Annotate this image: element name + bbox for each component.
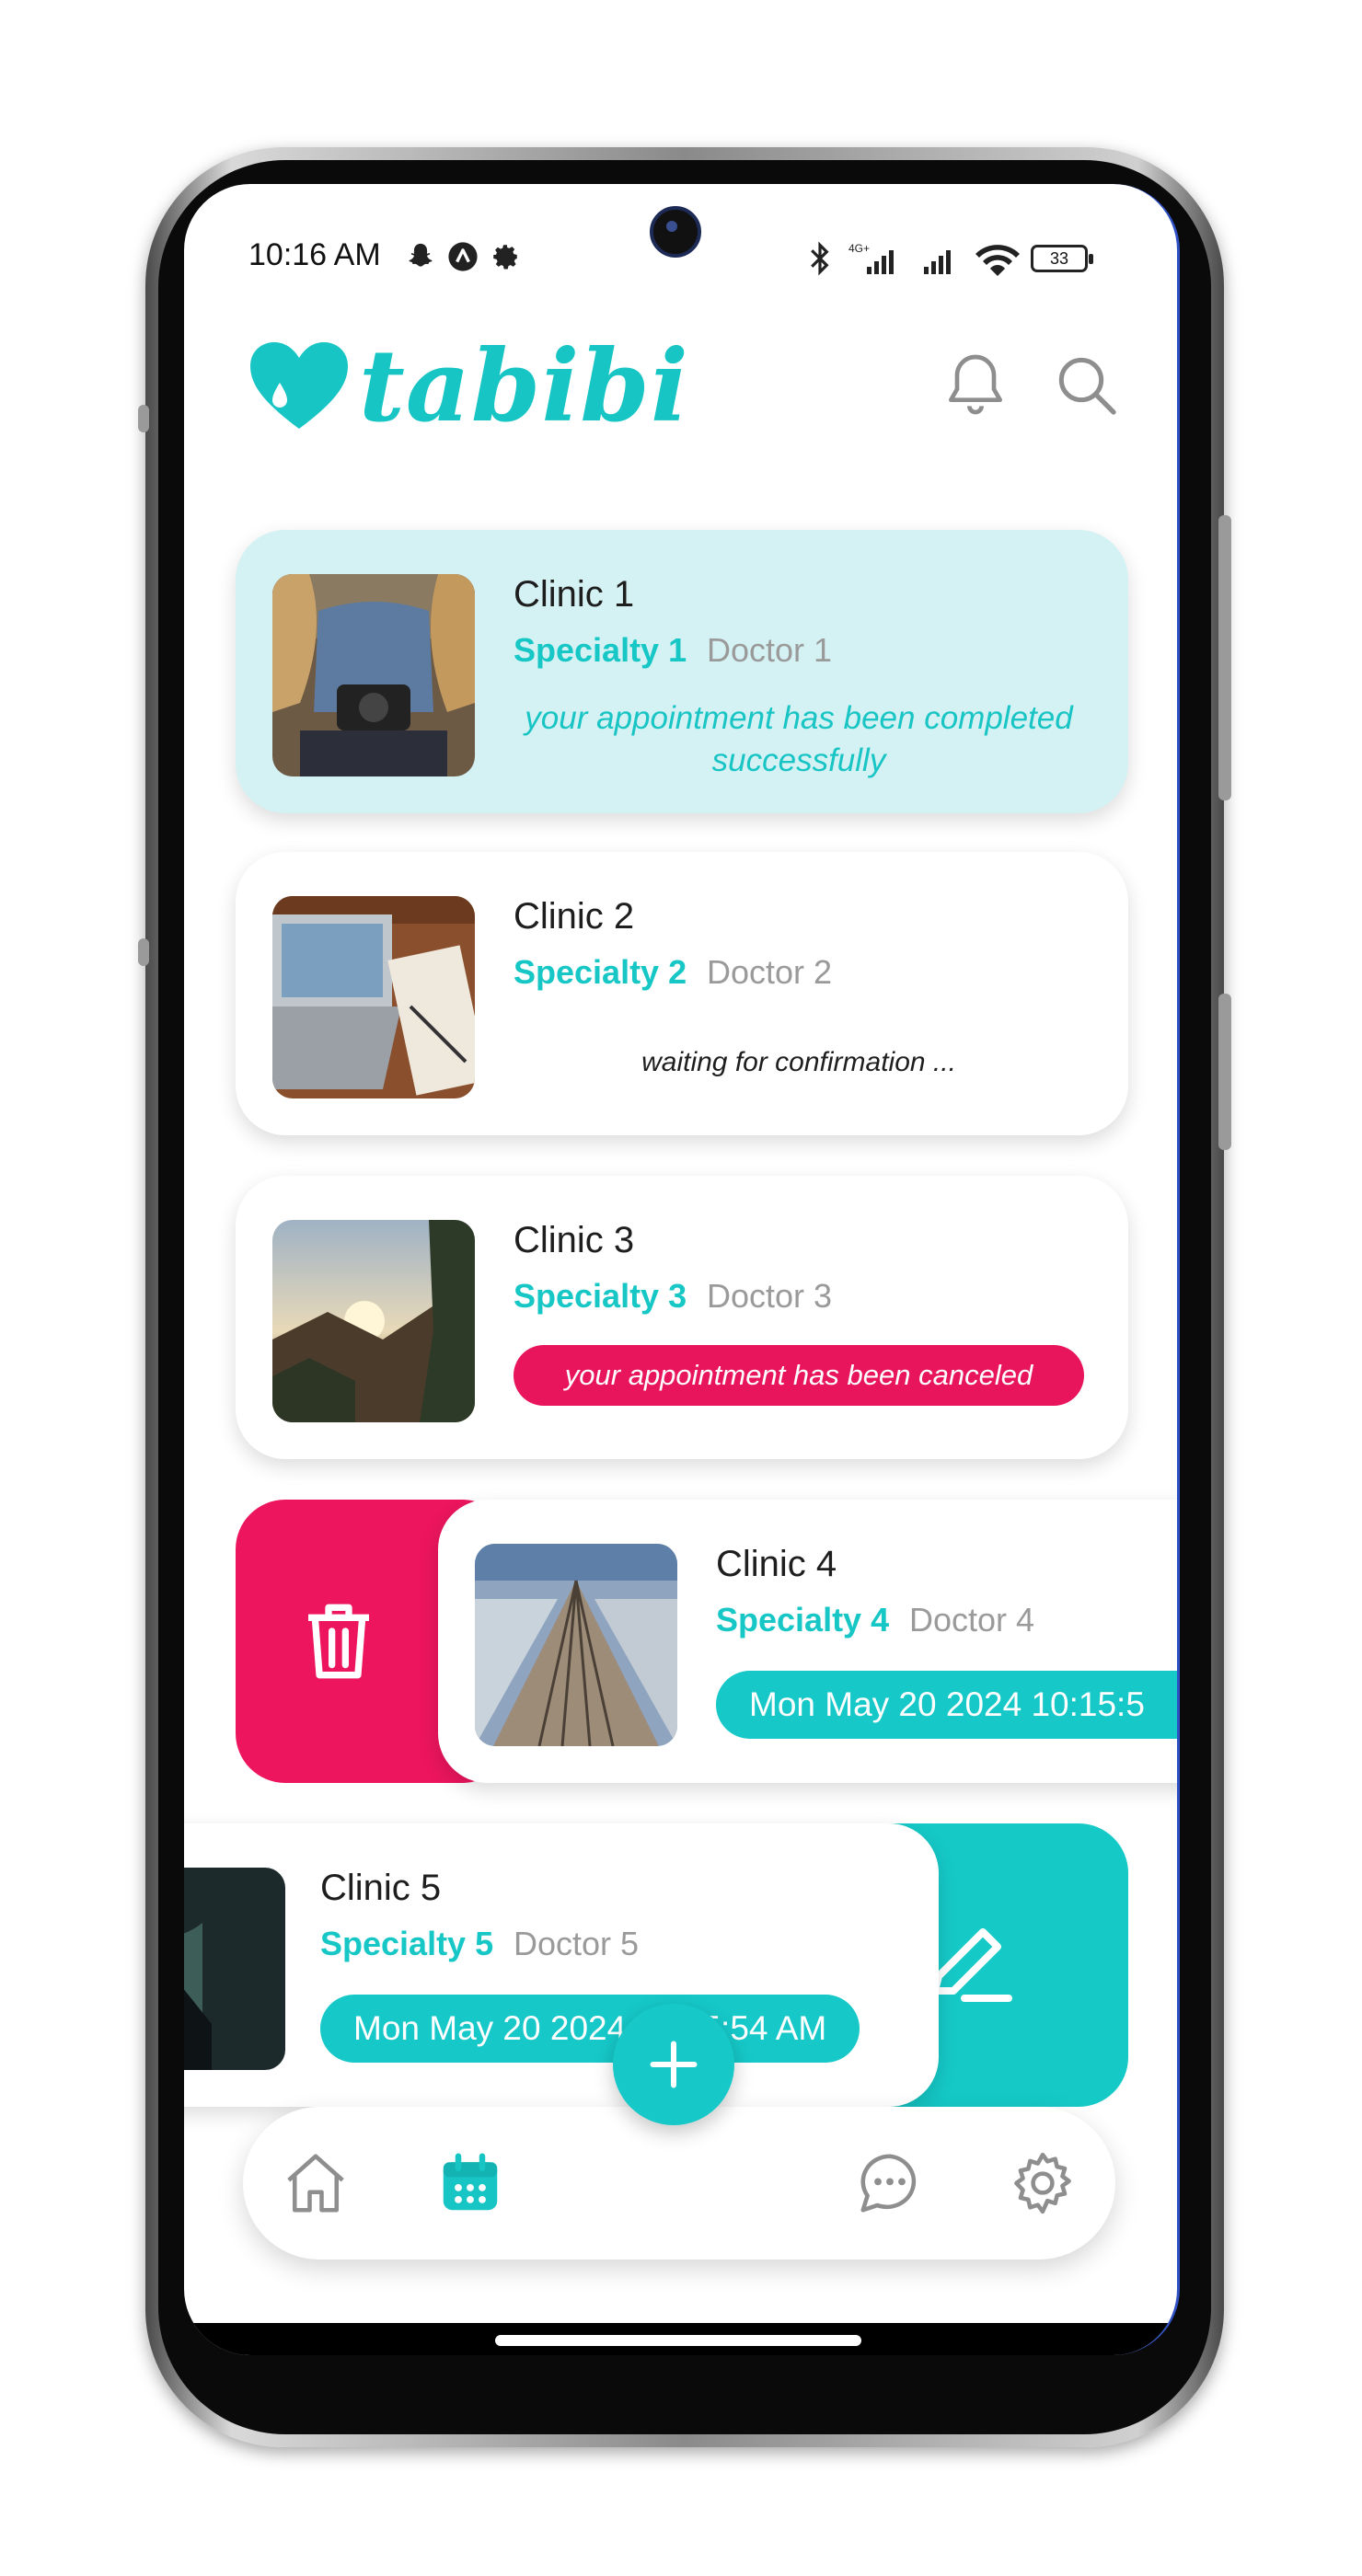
doctor-label: Doctor 5 bbox=[514, 1925, 640, 1962]
completed-message: your appointment has been completed succ… bbox=[525, 700, 1073, 778]
clinic-name: Clinic 1 bbox=[514, 574, 635, 615]
doctor-label: Doctor 1 bbox=[707, 631, 833, 669]
specialty-label: Specialty 1 bbox=[514, 631, 687, 669]
status-time: 10:16 AM bbox=[248, 237, 381, 272]
canceled-message: your appointment has been canceled bbox=[514, 1345, 1084, 1406]
bottom-navigation bbox=[243, 2107, 1115, 2260]
appointment-card[interactable]: Clinic 5 Specialty 5 Doctor 5 Mon May 20… bbox=[184, 1823, 939, 2107]
clinic-image bbox=[272, 574, 475, 776]
logo-text: tabibi bbox=[359, 328, 689, 444]
clinic-image bbox=[272, 1220, 475, 1422]
battery-icon: 33 bbox=[1031, 245, 1093, 272]
add-appointment-button[interactable] bbox=[613, 2004, 734, 2125]
specialty-label: Specialty 5 bbox=[320, 1925, 494, 1962]
app-icon bbox=[448, 242, 478, 271]
specialty-label: Specialty 2 bbox=[514, 953, 687, 991]
power-button bbox=[1218, 515, 1231, 800]
appointment-card[interactable]: Clinic 1 Specialty 1 Doctor 1 your appoi… bbox=[236, 530, 1128, 813]
appointment-date: Mon May 20 2024 10:15:54 AM bbox=[320, 1995, 860, 2063]
snapchat-icon bbox=[409, 243, 433, 267]
signal-icon-2 bbox=[924, 250, 951, 274]
clinic-name: Clinic 2 bbox=[514, 896, 635, 937]
search-icon[interactable] bbox=[1049, 348, 1123, 421]
appointment-card[interactable]: Clinic 4 Specialty 4 Doctor 4 Mon May 20… bbox=[438, 1500, 1177, 1783]
appointment-card[interactable]: Clinic 3 Specialty 3 Doctor 3 your appoi… bbox=[236, 1176, 1128, 1459]
clinic-image bbox=[184, 1868, 285, 2070]
home-indicator[interactable] bbox=[495, 2335, 861, 2346]
clinic-name: Clinic 4 bbox=[716, 1544, 837, 1584]
status-bar: 10:16 AM 4G+ 33 bbox=[184, 232, 1177, 287]
settings-icon bbox=[493, 245, 517, 270]
specialty-label: Specialty 4 bbox=[716, 1601, 890, 1639]
calendar-icon[interactable] bbox=[434, 2147, 506, 2219]
home-icon[interactable] bbox=[280, 2147, 352, 2219]
specialty-label: Specialty 3 bbox=[514, 1277, 687, 1315]
bell-icon[interactable] bbox=[939, 348, 1012, 421]
doctor-label: Doctor 4 bbox=[909, 1601, 1035, 1639]
doctor-label: Doctor 3 bbox=[707, 1277, 833, 1315]
chat-icon[interactable] bbox=[854, 2147, 926, 2219]
frame-detail bbox=[138, 938, 149, 966]
trash-icon bbox=[308, 1604, 369, 1679]
frame-detail bbox=[138, 405, 149, 432]
clinic-name: Clinic 3 bbox=[514, 1220, 635, 1260]
appointment-date: Mon May 20 2024 10:15:5 bbox=[716, 1671, 1177, 1739]
clinic-name: Clinic 5 bbox=[320, 1868, 442, 1908]
settings-icon[interactable] bbox=[1007, 2147, 1079, 2219]
signal-icon: 4G+ bbox=[848, 242, 894, 274]
add-icon bbox=[650, 2041, 698, 2088]
appointment-card[interactable]: Clinic 2 Specialty 2 Doctor 2 waiting fo… bbox=[236, 852, 1128, 1135]
wifi-icon bbox=[975, 245, 1020, 276]
volume-button bbox=[1218, 994, 1231, 1150]
doctor-label: Doctor 2 bbox=[707, 953, 833, 991]
pending-message: waiting for confirmation ... bbox=[641, 1047, 956, 1077]
heart-logo-icon bbox=[250, 342, 348, 429]
phone-screen: 10:16 AM 4G+ 33 tabibi Clinic 1 Specialt… bbox=[184, 184, 1180, 2355]
bluetooth-icon bbox=[811, 241, 829, 276]
clinic-image bbox=[475, 1544, 677, 1746]
clinic-image bbox=[272, 896, 475, 1098]
network-label: 4G+ bbox=[848, 242, 870, 255]
